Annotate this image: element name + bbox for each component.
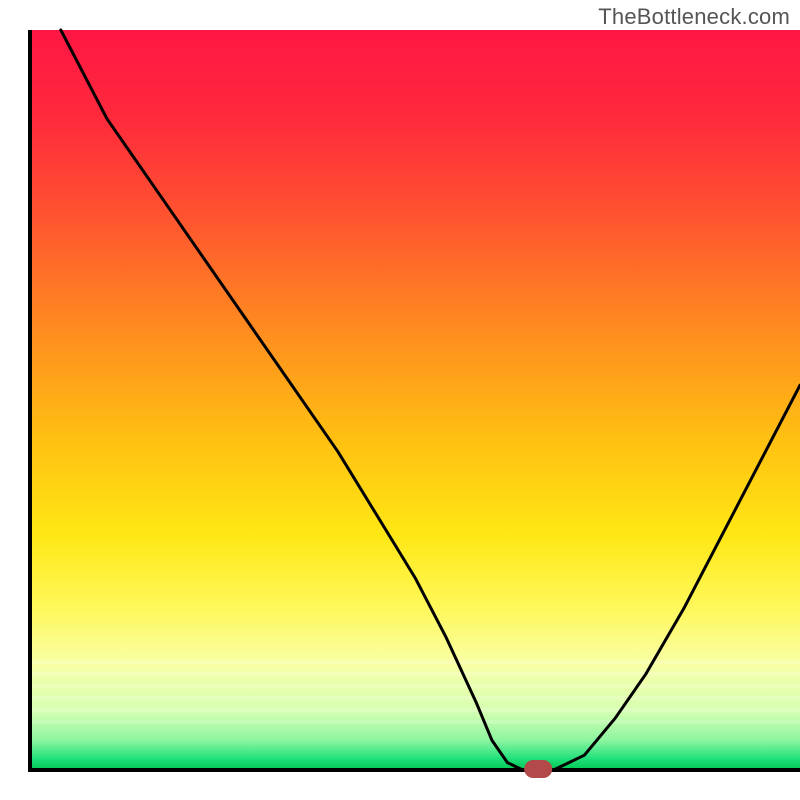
gradient-background: [30, 30, 800, 770]
band-stripe: [30, 684, 800, 688]
chart-container: TheBottleneck.com: [0, 0, 800, 800]
band-stripe: [30, 660, 800, 664]
bottleneck-chart: [0, 0, 800, 800]
watermark-text: TheBottleneck.com: [598, 4, 790, 30]
band-stripe: [30, 720, 800, 724]
band-stripe: [30, 696, 800, 700]
band-stripe: [30, 708, 800, 712]
plot-area: [30, 30, 800, 778]
band-stripe: [30, 672, 800, 676]
optimal-marker: [524, 760, 552, 778]
